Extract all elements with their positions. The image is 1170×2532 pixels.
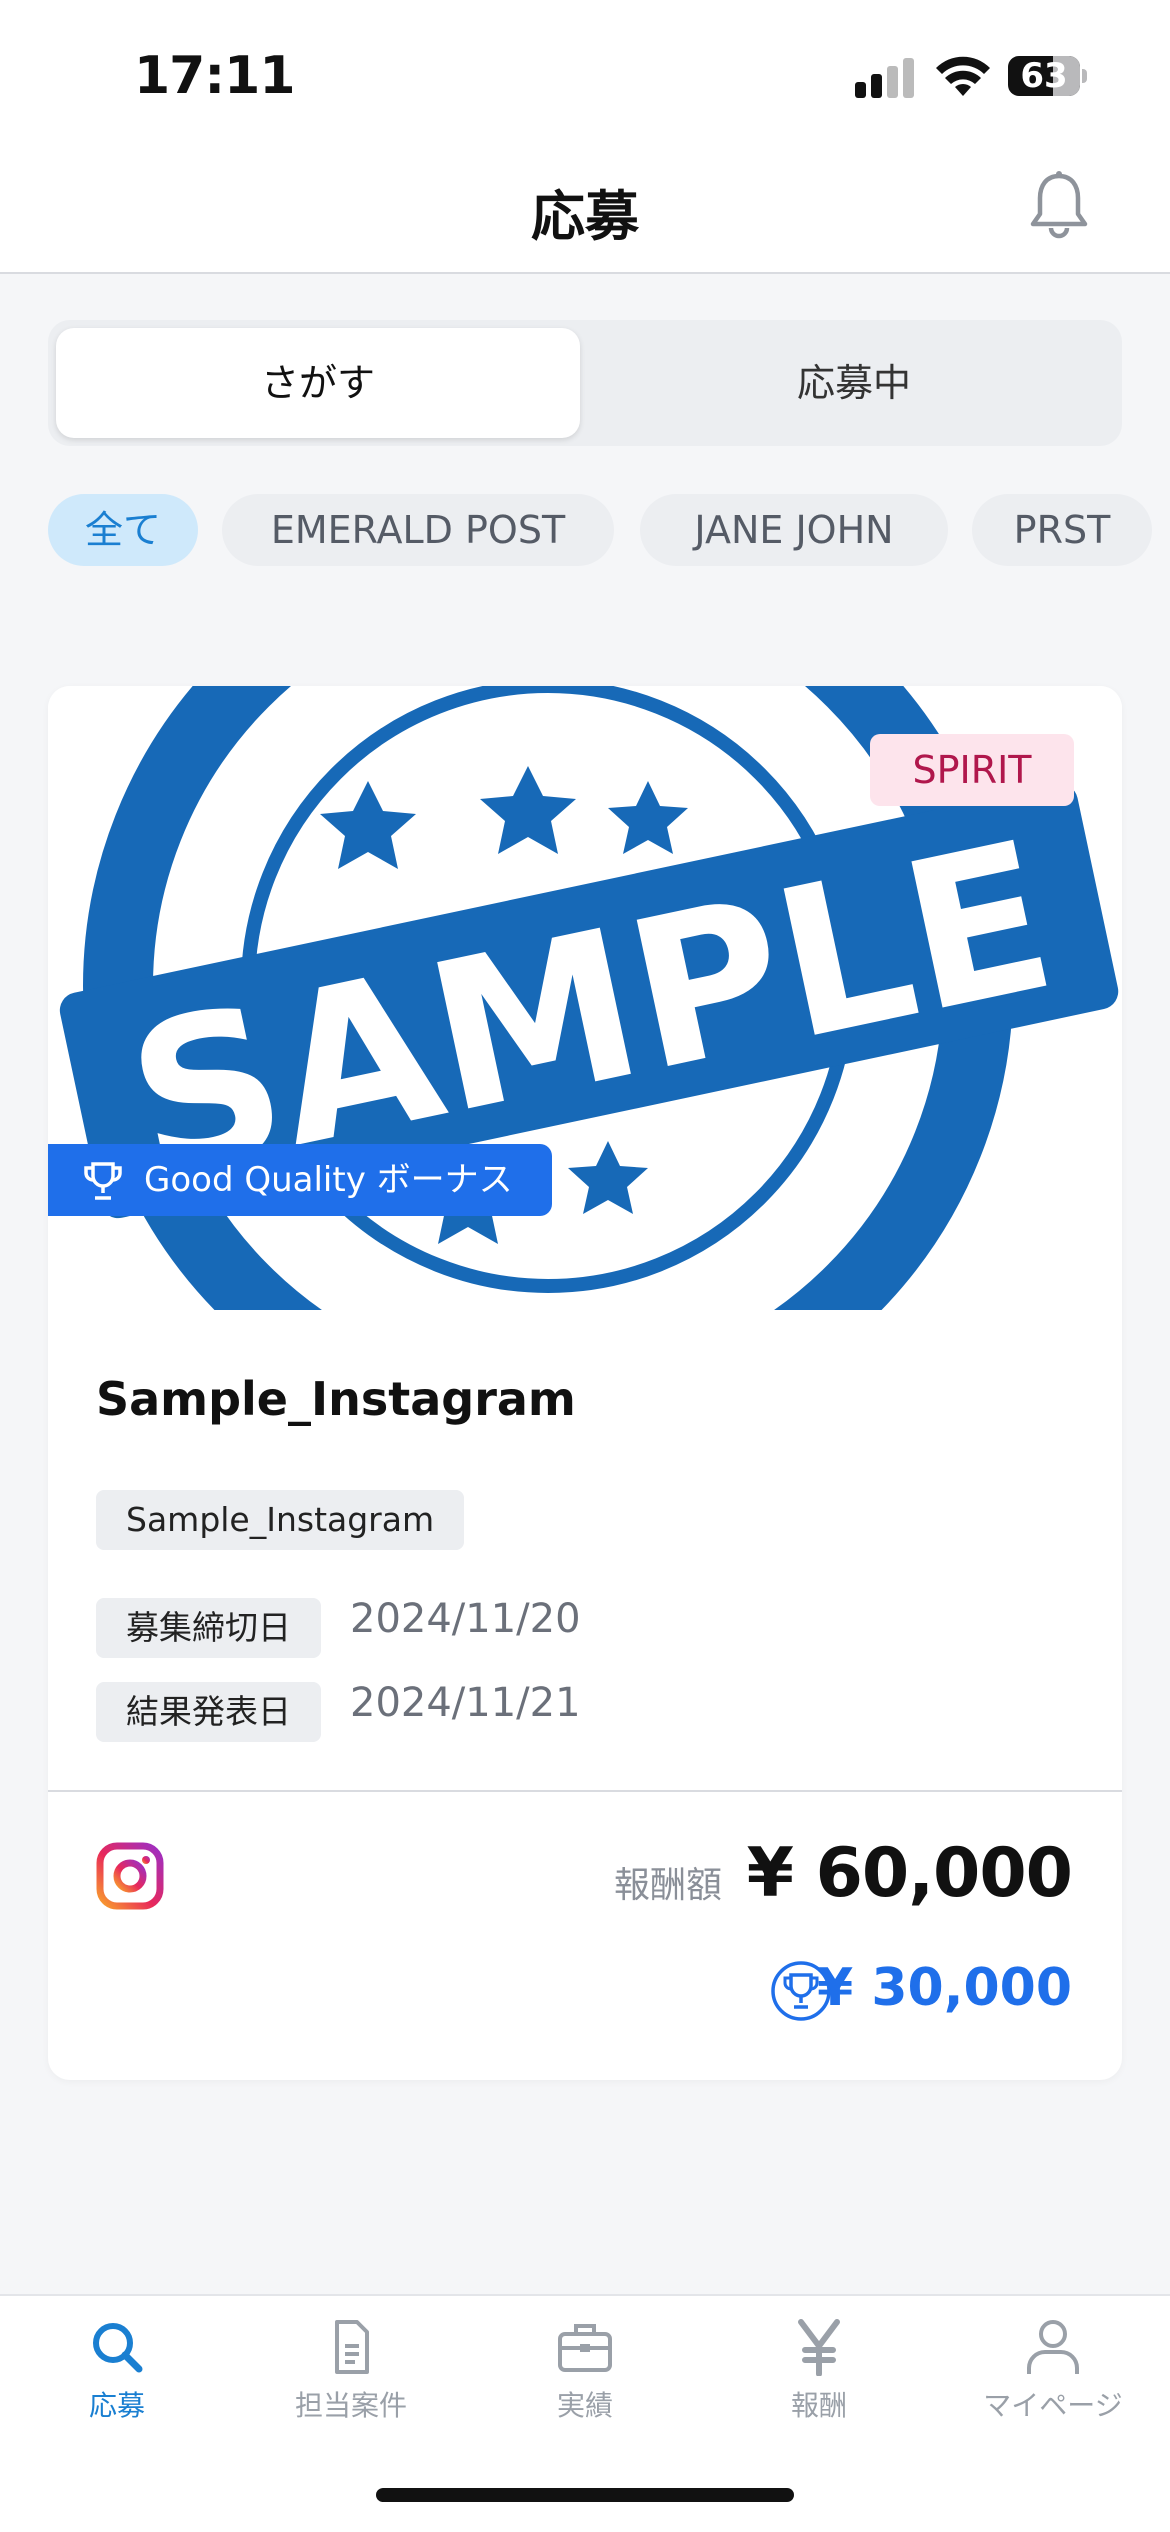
tabbar-item-rewards[interactable]: 報酬 — [702, 2318, 936, 2438]
result-date-value: 2024/11/21 — [350, 1680, 581, 1726]
result-date-label: 結果発表日 — [96, 1682, 321, 1742]
tabbar-item-assigned[interactable]: 担当案件 — [234, 2318, 468, 2438]
document-icon — [335, 2320, 369, 2374]
search-icon — [93, 2323, 143, 2373]
battery-icon: 63 — [1008, 56, 1087, 96]
tab-search[interactable]: さがす — [56, 328, 580, 438]
tabbar-label-assigned: 担当案件 — [294, 2389, 407, 2422]
screen: 17:11 63 応募 さがす 応募中 全て EMERALD POST JANE… — [0, 0, 1170, 2532]
segmented-control: さがす 応募中 — [48, 320, 1122, 446]
tabbar-label-results: 実績 — [556, 2389, 613, 2422]
tabbar-label-apply: 応募 — [88, 2389, 145, 2422]
campaign-card[interactable]: SAMPLE SPIRIT Good Quality ボーナス Sample_I… — [48, 686, 1122, 2080]
tabbar-label-mypage: マイページ — [983, 2389, 1123, 2422]
bonus-ribbon-label: Good Quality ボーナス — [144, 1160, 513, 1200]
chip-prst[interactable]: PRST — [972, 494, 1152, 566]
brand-badge: SPIRIT — [870, 734, 1074, 806]
battery-percent: 63 — [1020, 56, 1068, 96]
status-bar: 17:11 63 — [0, 0, 1170, 140]
tabbar-item-mypage[interactable]: マイページ — [936, 2318, 1170, 2438]
divider — [48, 1790, 1122, 1792]
bonus-amount: ¥ 30,000 — [817, 1958, 1072, 2018]
tabbar-item-apply[interactable]: 応募 — [0, 2318, 234, 2438]
home-indicator — [376, 2488, 794, 2502]
campaign-tag: Sample_Instagram — [96, 1490, 465, 1550]
yen-icon — [798, 2319, 840, 2376]
page-title: 応募 — [531, 185, 639, 248]
reward-amount: ¥ 60,000 — [746, 1834, 1073, 1913]
person-icon — [1027, 2320, 1079, 2374]
tab-applied[interactable]: 応募中 — [594, 328, 1114, 438]
nav-header: 応募 — [0, 140, 1170, 274]
deadline-label: 募集締切日 — [96, 1598, 321, 1658]
chip-jane-john[interactable]: JANE JOHN — [640, 494, 948, 566]
bonus-ribbon: Good Quality ボーナス — [48, 1144, 552, 1216]
deadline-value: 2024/11/20 — [350, 1596, 581, 1642]
campaign-image: SAMPLE SPIRIT Good Quality ボーナス — [48, 686, 1122, 1310]
bell-icon[interactable] — [1028, 170, 1090, 240]
cellular-signal-icon — [855, 58, 915, 98]
filter-chips: 全て EMERALD POST JANE JOHN PRST — [48, 494, 1170, 568]
chip-all[interactable]: 全て — [48, 494, 198, 566]
reward-label: 報酬額 — [614, 1865, 723, 1906]
tabbar-item-results[interactable]: 実績 — [468, 2318, 702, 2438]
trophy-icon — [84, 1162, 122, 1200]
status-time: 17:11 — [134, 46, 296, 106]
briefcase-icon — [558, 2324, 612, 2372]
wifi-icon — [936, 56, 990, 96]
instagram-icon — [96, 1842, 164, 1910]
card-title: Sample_Instagram — [96, 1372, 576, 1426]
tabbar-label-rewards: 報酬 — [790, 2389, 847, 2422]
chip-emerald-post[interactable]: EMERALD POST — [222, 494, 614, 566]
